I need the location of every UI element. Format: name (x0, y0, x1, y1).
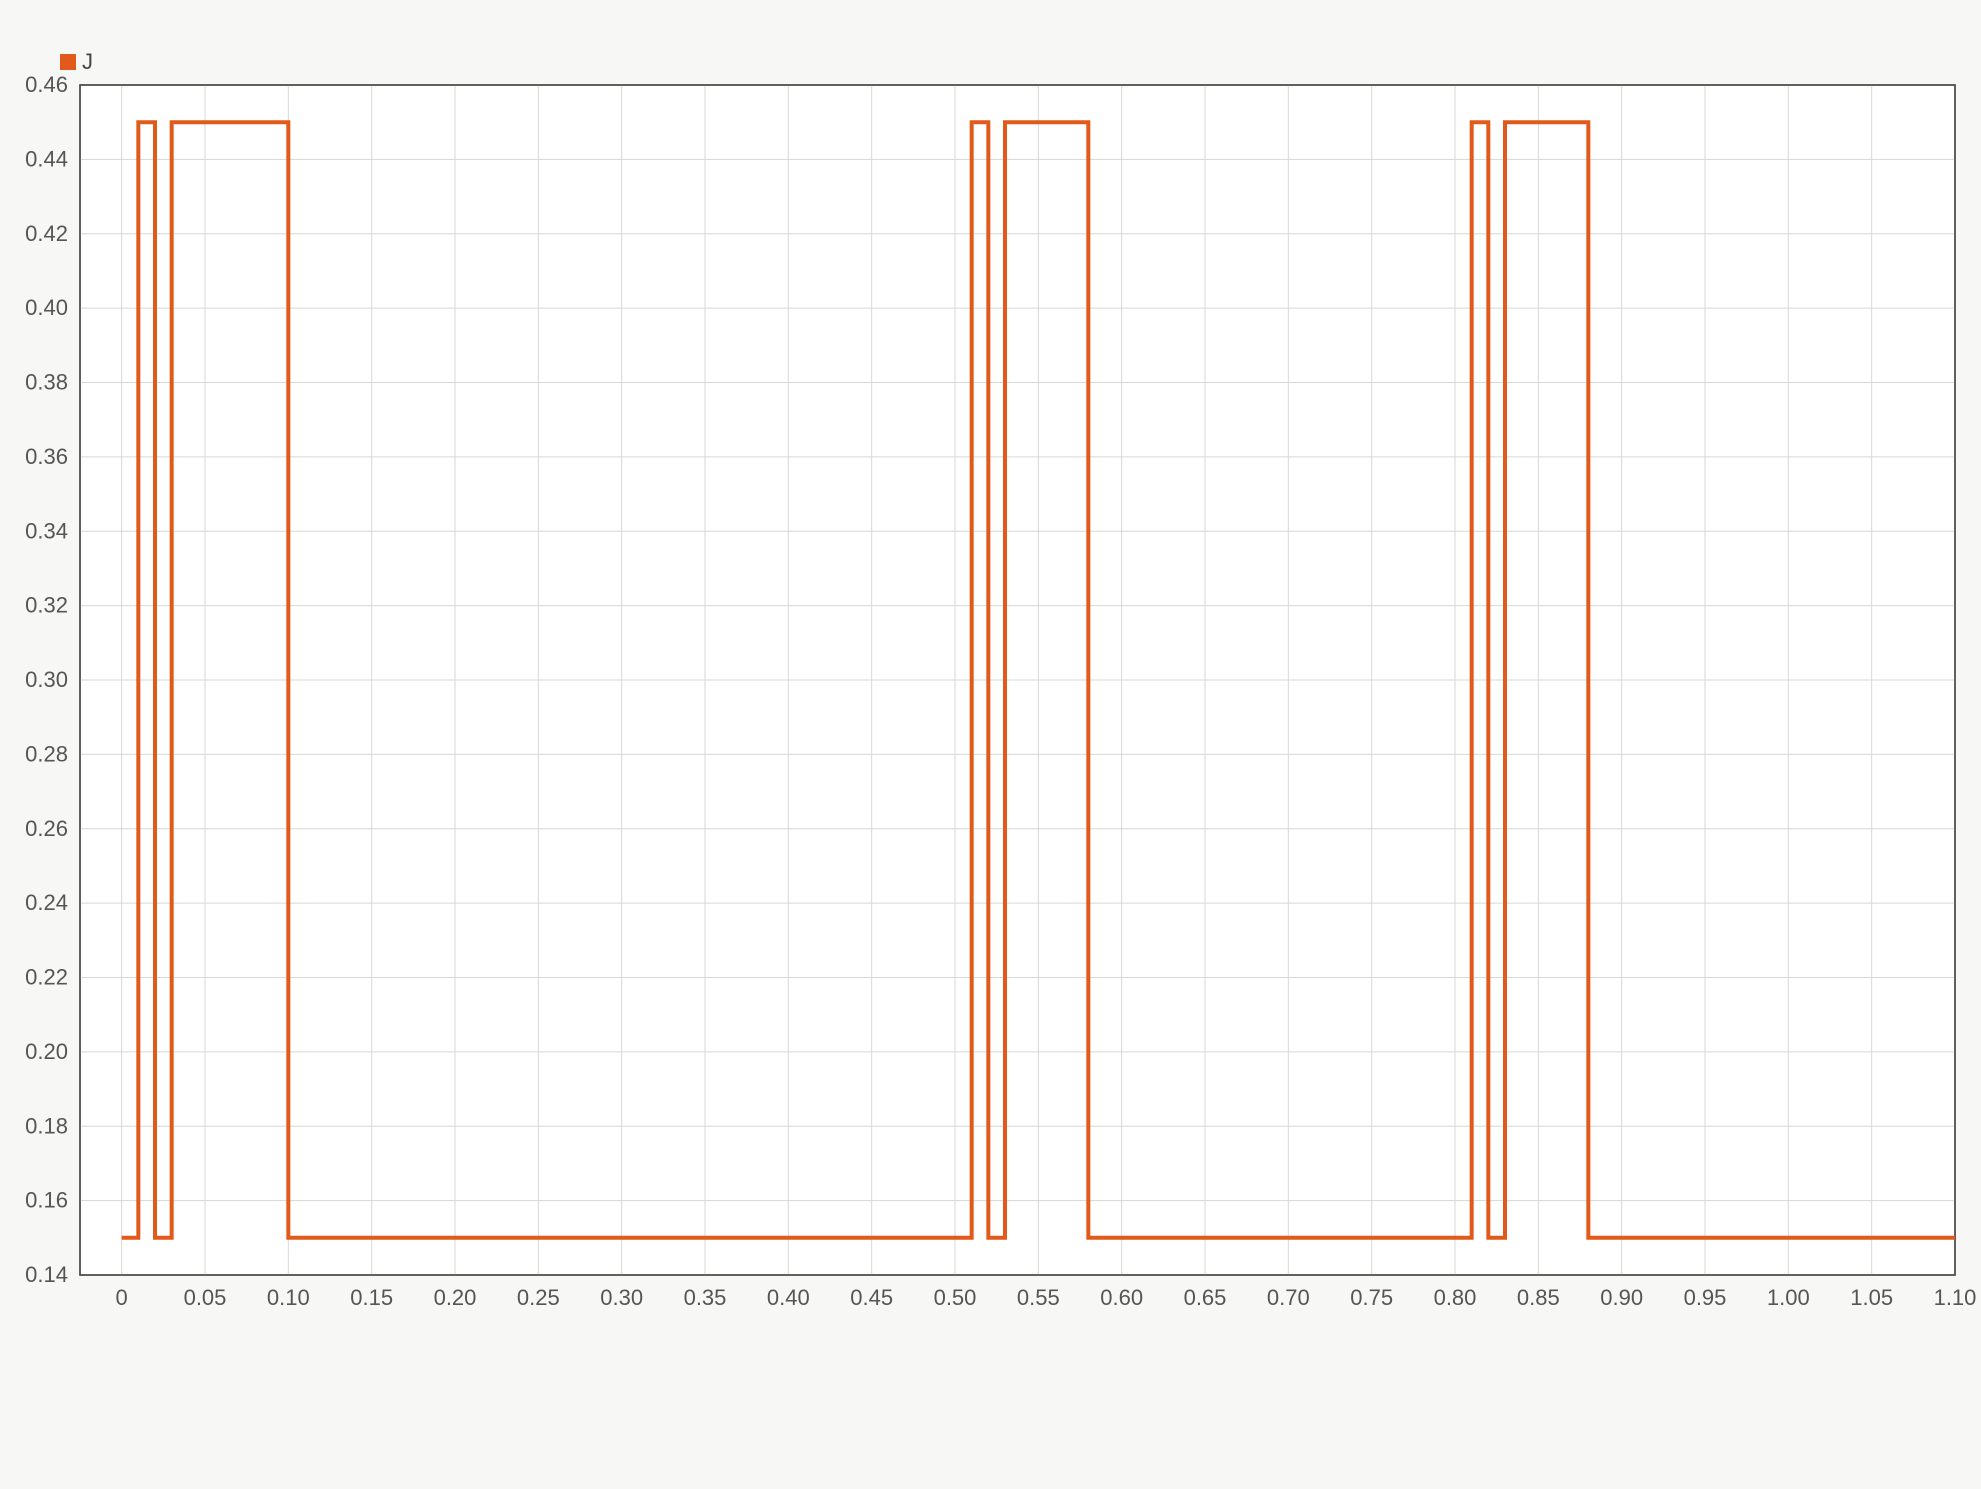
x-tick-label: 1.00 (1767, 1285, 1810, 1310)
y-tick-label: 0.16 (25, 1188, 68, 1213)
x-tick-label: 0.80 (1434, 1285, 1477, 1310)
y-tick-label: 0.26 (25, 816, 68, 841)
y-tick-label: 0.32 (25, 593, 68, 618)
x-tick-label: 0.10 (267, 1285, 310, 1310)
y-tick-label: 0.30 (25, 667, 68, 692)
x-tick-label: 0.45 (850, 1285, 893, 1310)
y-tick-label: 0.44 (25, 146, 68, 171)
y-tick-label: 0.24 (25, 890, 68, 915)
chart-container: 0 0.05 0.10 0.15 0.20 0.25 0.30 0.35 0.40 0.45 0.5… (0, 0, 1981, 1489)
legend-swatch-J (60, 54, 76, 70)
x-tick-label: 0.20 (434, 1285, 477, 1310)
y-tick-label: 0.28 (25, 741, 68, 766)
x-tick-label: 0.90 (1600, 1285, 1643, 1310)
y-tick-label: 0.40 (25, 295, 68, 320)
x-tick-label: 0.95 (1684, 1285, 1727, 1310)
x-tick-label: 1.10 (1934, 1285, 1977, 1310)
x-tick-label: 1.05 (1850, 1285, 1893, 1310)
x-tick-label: 0.85 (1517, 1285, 1560, 1310)
y-tick-label: 0.34 (25, 518, 68, 543)
x-tick-label: 0.50 (934, 1285, 977, 1310)
x-tick-label: 0.65 (1184, 1285, 1227, 1310)
y-tick-label: 0.46 (25, 72, 68, 97)
x-tick-label: 0.40 (767, 1285, 810, 1310)
y-tick-label: 0.38 (25, 370, 68, 395)
x-tick-label: 0.15 (350, 1285, 393, 1310)
x-tick-label: 0.70 (1267, 1285, 1310, 1310)
x-tick-label: 0.35 (684, 1285, 727, 1310)
chart-svg: 0 0.05 0.10 0.15 0.20 0.25 0.30 0.35 0.40 0.45 0.5… (0, 0, 1981, 1489)
y-tick-label: 0.22 (25, 965, 68, 990)
x-tick-label: 0.30 (600, 1285, 643, 1310)
x-tick-label: 0.25 (517, 1285, 560, 1310)
y-tick-label: 0.20 (25, 1039, 68, 1064)
legend-label-J: J (82, 49, 93, 74)
x-tick-label: 0 (116, 1285, 128, 1310)
x-tick-label: 0.60 (1100, 1285, 1143, 1310)
y-tick-label: 0.18 (25, 1113, 68, 1138)
x-tick-label: 0.75 (1350, 1285, 1393, 1310)
y-tick-label: 0.36 (25, 444, 68, 469)
y-tick-label: 0.14 (25, 1262, 68, 1287)
y-tick-label: 0.42 (25, 221, 68, 246)
x-tick-label: 0.05 (184, 1285, 227, 1310)
legend: J (60, 49, 93, 74)
x-tick-label: 0.55 (1017, 1285, 1060, 1310)
